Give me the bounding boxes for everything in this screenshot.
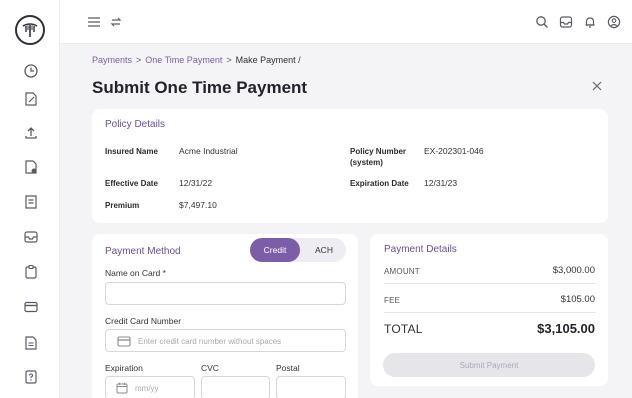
- help-document-icon[interactable]: [22, 368, 40, 386]
- top-bar: [60, 0, 632, 44]
- logo-mark-icon: [22, 23, 38, 37]
- breadcrumb-separator: >: [226, 55, 232, 65]
- calendar-icon: [116, 382, 128, 394]
- insured-name-value: Acme Industrial: [179, 146, 238, 156]
- premium-value: $7,497.10: [179, 200, 217, 210]
- upload-icon[interactable]: [22, 124, 40, 142]
- cvc-input[interactable]: [201, 376, 270, 398]
- document-edit-icon[interactable]: [22, 90, 40, 108]
- policy-number-label-line1: Policy Number: [350, 147, 407, 156]
- total-value: $3,105.00: [537, 321, 595, 336]
- policy-number-label-line2: (system): [350, 158, 383, 167]
- breadcrumb-one-time-payment[interactable]: One Time Payment: [145, 55, 222, 65]
- card-number-placeholder: Enter credit card number without spaces: [138, 337, 282, 346]
- payment-method-title: Payment Method: [105, 246, 181, 257]
- menu-icon[interactable]: [86, 14, 102, 30]
- bell-icon[interactable]: [582, 14, 598, 30]
- breadcrumb-separator: >: [136, 55, 142, 65]
- submit-payment-button[interactable]: Submit Payment: [383, 353, 595, 377]
- policy-details-title: Policy Details: [105, 119, 166, 130]
- cvc-label: CVC: [201, 363, 219, 373]
- credit-card-icon: [117, 336, 131, 347]
- ach-toggle-button[interactable]: ACH: [302, 238, 346, 262]
- swap-arrows-icon[interactable]: [108, 14, 124, 30]
- effective-date-value: 12/31/22: [179, 178, 213, 188]
- name-on-card-label: Name on Card *: [105, 268, 166, 278]
- logo[interactable]: [15, 15, 45, 45]
- total-label: TOTAL: [384, 322, 423, 336]
- payment-method-toggle: Credit ACH: [250, 238, 346, 262]
- page-title: Submit One Time Payment: [92, 78, 308, 97]
- insured-name-label: Insured Name: [105, 147, 158, 156]
- breadcrumb-make-payment: Make Payment /: [235, 55, 301, 65]
- inbox-icon[interactable]: [22, 228, 40, 246]
- close-icon[interactable]: [590, 79, 604, 93]
- payment-details-title: Payment Details: [384, 244, 457, 255]
- effective-date-label: Effective Date: [105, 179, 158, 188]
- document-list-icon[interactable]: [22, 193, 40, 211]
- card-number-input[interactable]: Enter credit card number without spaces: [105, 329, 346, 352]
- expiration-date-value: 12/31/23: [424, 178, 458, 188]
- search-icon[interactable]: [534, 14, 550, 30]
- name-on-card-input[interactable]: [105, 282, 346, 305]
- document-icon[interactable]: [22, 334, 40, 352]
- divider: [384, 312, 596, 313]
- expiration-date-label: Expiration Date: [350, 179, 409, 188]
- policy-number-value: EX-202301-046: [424, 146, 484, 156]
- divider: [384, 283, 596, 284]
- postal-input[interactable]: [276, 376, 346, 398]
- amount-label: AMOUNT: [384, 267, 420, 276]
- premium-label: Premium: [105, 201, 140, 210]
- card-number-label: Credit Card Number: [105, 316, 182, 326]
- fee-value: $105.00: [560, 294, 595, 305]
- inbox-icon[interactable]: [558, 14, 574, 30]
- fee-label: FEE: [384, 296, 401, 305]
- sidebar: [0, 0, 60, 398]
- policy-details-card: Policy Details Insured Name Acme Industr…: [92, 109, 608, 223]
- expiration-placeholder: mm/yy: [135, 384, 159, 393]
- breadcrumb: Payments > One Time Payment > Make Payme…: [92, 55, 301, 65]
- amount-value: $3,000.00: [552, 265, 595, 276]
- breadcrumb-payments[interactable]: Payments: [92, 55, 132, 65]
- clock-icon[interactable]: [22, 62, 40, 80]
- policy-number-label: Policy Number (system): [350, 146, 406, 168]
- credit-toggle-button[interactable]: Credit: [250, 238, 300, 262]
- postal-label: Postal: [276, 363, 300, 373]
- document-check-icon[interactable]: [22, 158, 40, 176]
- credit-card-icon[interactable]: [22, 298, 40, 316]
- clipboard-icon[interactable]: [22, 263, 40, 281]
- user-icon[interactable]: [606, 14, 622, 30]
- expiration-input[interactable]: mm/yy: [105, 376, 195, 398]
- expiration-label: Expiration: [105, 363, 143, 373]
